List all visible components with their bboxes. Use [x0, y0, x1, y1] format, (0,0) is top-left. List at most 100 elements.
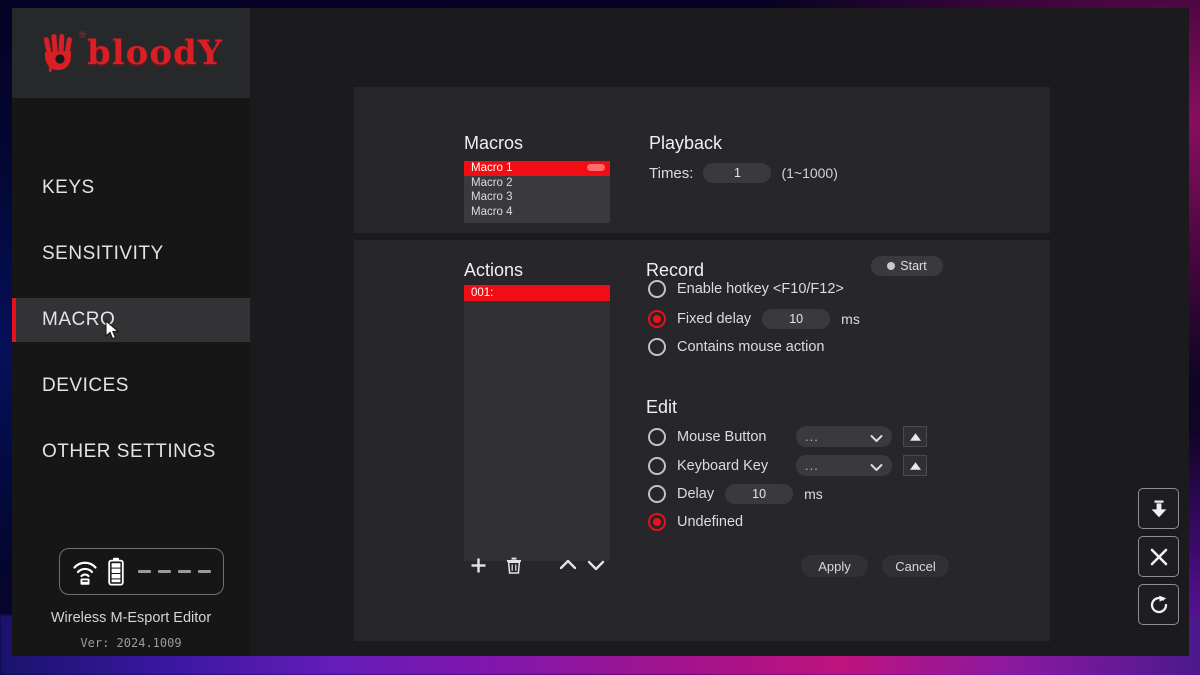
- option-label: Fixed delay: [677, 311, 752, 327]
- sidebar-item-macro[interactable]: MACRO: [12, 298, 250, 342]
- device-status-widget[interactable]: [59, 548, 224, 595]
- reorder-tools: [554, 552, 610, 578]
- list-item[interactable]: 001:: [464, 285, 610, 301]
- radio-button[interactable]: [648, 513, 666, 531]
- macro-list[interactable]: Macro 1 Macro 2 Macro 3 Macro 4: [464, 161, 610, 223]
- sidebar-item-devices[interactable]: DEVICES: [12, 364, 250, 408]
- record-option-mouse-action[interactable]: Contains mouse action: [648, 338, 825, 356]
- registered-mark: ®: [79, 30, 86, 40]
- edit-option-keyboard-key[interactable]: Keyboard Key ...: [648, 455, 927, 476]
- sidebar: ® bloodY KEYS SENSITIVITY MACRO DEVICES …: [12, 8, 250, 656]
- option-label: Undefined: [677, 514, 744, 530]
- radio-button[interactable]: [648, 338, 666, 356]
- edit-option-undefined[interactable]: Undefined: [648, 513, 743, 531]
- triangle-up-icon: [909, 461, 921, 470]
- macros-panel: Macros Macro 1 Macro 2 Macro 3 Macro 4 P…: [354, 87, 1050, 233]
- sidebar-item-other-settings[interactable]: OTHER SETTINGS: [12, 430, 250, 474]
- sidebar-item-label: SENSITIVITY: [42, 243, 164, 264]
- sidebar-item-label: MACRO: [42, 309, 116, 330]
- move-action-down-button[interactable]: [582, 552, 610, 578]
- edit-title: Edit: [646, 397, 678, 417]
- sidebar-item-label: KEYS: [42, 177, 95, 198]
- trash-icon: [507, 557, 521, 574]
- move-action-up-button[interactable]: [554, 552, 582, 578]
- download-icon: [1151, 500, 1166, 517]
- mouse-button-dropdown[interactable]: ...: [796, 426, 892, 447]
- macros-title: Macros: [464, 133, 524, 153]
- dash: [158, 570, 171, 573]
- battery-level-dashes: [138, 570, 211, 573]
- dash: [138, 570, 151, 573]
- macro-label: Macro 2: [471, 176, 513, 189]
- version-label: Ver: 2024.1009: [80, 636, 182, 650]
- record-title: Record: [646, 260, 705, 280]
- edit-delay-input[interactable]: 10: [725, 484, 794, 504]
- sidebar-item-keys[interactable]: KEYS: [12, 166, 250, 210]
- brand-wordmark: bloodY: [86, 33, 224, 73]
- fixed-delay-unit: ms: [841, 311, 860, 327]
- add-action-button[interactable]: [464, 552, 492, 578]
- list-item[interactable]: Macro 1: [464, 161, 610, 176]
- macro-label: Macro 3: [471, 191, 513, 204]
- record-start-button[interactable]: Start: [871, 256, 943, 276]
- sidebar-item-label: DEVICES: [42, 375, 129, 396]
- dash: [198, 570, 211, 573]
- application-window: ® bloodY KEYS SENSITIVITY MACRO DEVICES …: [12, 8, 1189, 656]
- bloody-hand-icon: ®: [39, 30, 86, 75]
- playback-times-row: Times: 1 (1~1000): [649, 163, 838, 183]
- reset-button[interactable]: [1138, 584, 1179, 625]
- main-content: Macros Macro 1 Macro 2 Macro 3 Macro 4 P…: [250, 8, 1189, 656]
- list-item[interactable]: Macro 4: [464, 205, 610, 220]
- apply-button[interactable]: Apply: [801, 555, 868, 577]
- chevron-down-icon: [870, 430, 883, 448]
- list-item[interactable]: Macro 2: [464, 176, 610, 191]
- battery-icon: [108, 557, 124, 585]
- triangle-up-icon: [909, 432, 921, 441]
- save-profile-button[interactable]: [1138, 488, 1179, 529]
- brand-logo: ® bloodY: [12, 8, 250, 98]
- mouse-button-up-button[interactable]: [903, 426, 927, 447]
- clear-button[interactable]: [1138, 536, 1179, 577]
- record-option-fixed-delay[interactable]: Fixed delay 10 ms: [648, 309, 860, 329]
- wireless-dongle-icon: [73, 561, 97, 585]
- radio-button[interactable]: [648, 456, 666, 475]
- edit-option-delay[interactable]: Delay 10 ms: [648, 484, 823, 504]
- radio-button[interactable]: [648, 280, 666, 298]
- edit-form-buttons: Apply Cancel: [801, 555, 949, 577]
- fixed-delay-input[interactable]: 10: [762, 309, 831, 329]
- radio-button[interactable]: [648, 485, 666, 503]
- playback-times-input[interactable]: 1: [703, 163, 772, 183]
- macro-scroll-thumb[interactable]: [587, 164, 605, 171]
- option-label: Enable hotkey <F10/F12>: [677, 281, 844, 297]
- right-action-rail: [1138, 488, 1179, 625]
- cancel-button[interactable]: Cancel: [882, 555, 949, 577]
- macro-label: Macro 1: [471, 162, 513, 174]
- actions-title: Actions: [464, 260, 524, 280]
- chevron-down-icon: [587, 560, 605, 571]
- actions-panel: Actions 001: Record Start Enable hotkey …: [354, 240, 1050, 641]
- sidebar-item-sensitivity[interactable]: SENSITIVITY: [12, 232, 250, 276]
- times-label: Times:: [649, 164, 694, 182]
- record-start-label: Start: [900, 259, 927, 273]
- option-label: Delay: [677, 486, 715, 502]
- radio-button[interactable]: [648, 427, 666, 446]
- keyboard-key-up-button[interactable]: [903, 455, 927, 476]
- editor-name-label: Wireless M-Esport Editor: [50, 610, 212, 626]
- dash: [178, 570, 191, 573]
- option-label: Mouse Button: [677, 428, 767, 445]
- action-label: 001:: [471, 287, 494, 299]
- edit-option-mouse-button[interactable]: Mouse Button ...: [648, 426, 927, 447]
- record-option-hotkey[interactable]: Enable hotkey <F10/F12>: [648, 280, 844, 298]
- list-item[interactable]: Macro 3: [464, 190, 610, 205]
- playback-title: Playback: [649, 133, 723, 153]
- dropdown-value: ...: [805, 458, 819, 473]
- radio-button[interactable]: [648, 310, 666, 328]
- sidebar-nav: KEYS SENSITIVITY MACRO DEVICES OTHER SET…: [12, 166, 250, 474]
- keyboard-key-dropdown[interactable]: ...: [796, 455, 892, 476]
- macro-label: Macro 4: [471, 205, 513, 218]
- delete-action-button[interactable]: [500, 552, 528, 578]
- option-label: Keyboard Key: [677, 457, 769, 474]
- action-list[interactable]: 001:: [464, 285, 610, 561]
- refresh-icon: [1150, 595, 1167, 613]
- close-x-icon: [1150, 548, 1167, 565]
